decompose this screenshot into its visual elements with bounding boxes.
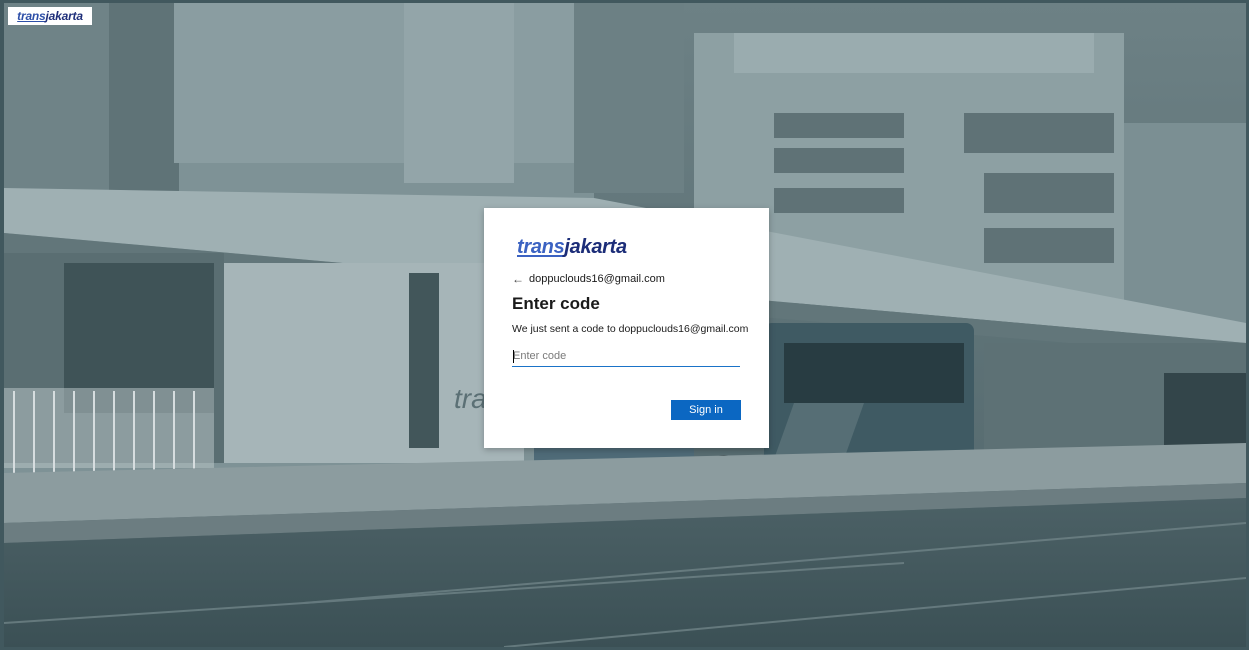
dialog-logo-part1: trans — [517, 236, 565, 258]
back-arrow-icon[interactable]: ← — [512, 272, 524, 286]
code-input[interactable] — [512, 345, 740, 367]
corner-logo: trans jakarta — [8, 7, 92, 25]
text-caret — [513, 350, 514, 363]
identity-email: doppuclouds16@gmail.com — [529, 273, 665, 285]
dialog-logo-part2: jakarta — [564, 236, 627, 258]
corner-logo-part2: jakarta — [45, 9, 83, 23]
code-sent-description: We just sent a code to doppuclouds16@gma… — [512, 323, 749, 335]
sign-in-button[interactable]: Sign in — [671, 400, 741, 420]
identity-row: ← doppuclouds16@gmail.com — [512, 272, 665, 286]
signin-dialog: transjakarta ← doppuclouds16@gmail.com E… — [484, 208, 769, 448]
page-frame: trans transjakarta transjakarta ← doppuc… — [4, 3, 1246, 647]
page-title: Enter code — [512, 294, 600, 313]
corner-logo-part1: trans — [17, 9, 46, 23]
dialog-logo: transjakarta — [517, 236, 627, 259]
